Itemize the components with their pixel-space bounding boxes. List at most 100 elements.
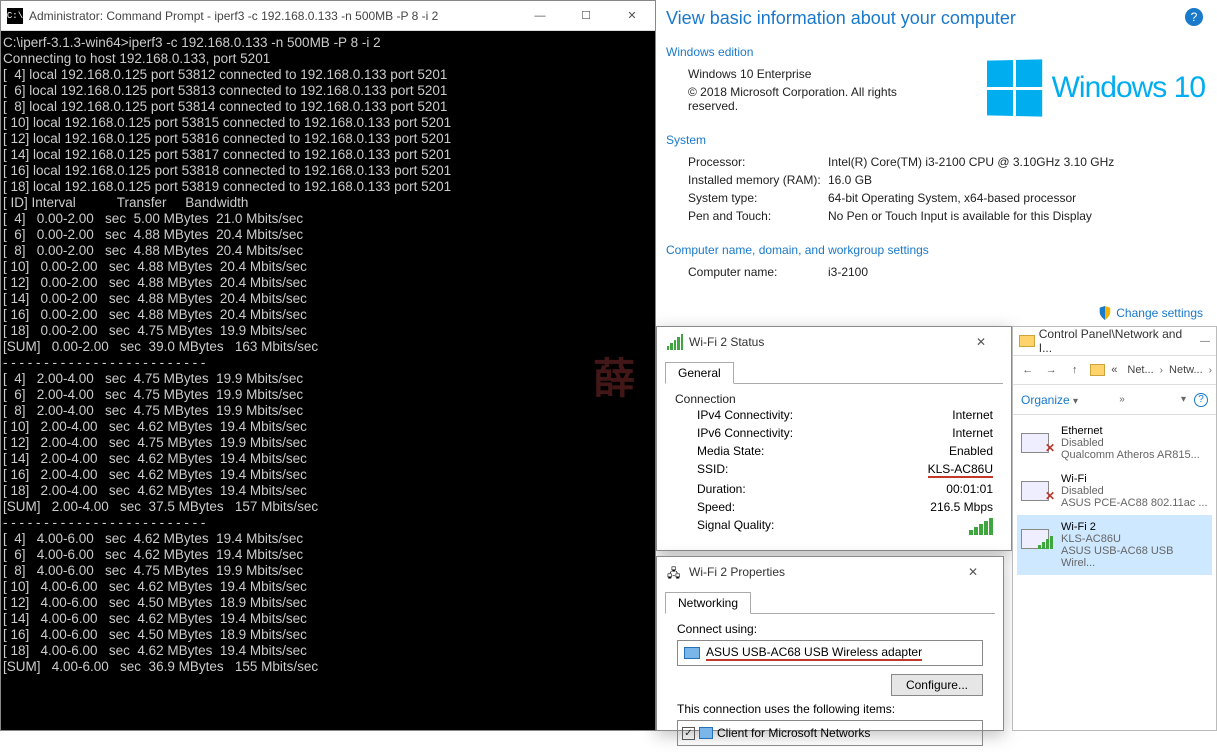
wifi-status-dialog: Wi-Fi 2 Status ✕ General Connection IPv4… <box>656 326 1012 551</box>
minimize-button[interactable]: — <box>517 1 563 31</box>
ipv4-value: Internet <box>952 408 993 422</box>
cname-value: i3-2100 <box>828 265 1207 279</box>
windows-logo-icon <box>987 59 1042 116</box>
items-label: This connection uses the following items… <box>677 702 983 716</box>
cmd-output[interactable]: C:\iperf-3.1.3-win64>iperf3 -c 192.168.0… <box>1 31 655 730</box>
ssid-label: SSID: <box>697 462 928 478</box>
network-icon: 🖧 <box>667 564 683 580</box>
processor-value: Intel(R) Core(TM) i3-2100 CPU @ 3.10GHz … <box>828 155 1207 169</box>
explorer-title: Control Panel\Network and I... <box>1039 327 1196 355</box>
organize-menu[interactable]: Organize ▾ <box>1021 393 1078 407</box>
breadcrumb-network[interactable]: Netw... <box>1165 362 1207 378</box>
net-status: KLS-AC86U <box>1061 533 1208 545</box>
network-wifi-icon <box>1021 521 1053 549</box>
wifi-status-title: Wi-Fi 2 Status <box>689 335 961 349</box>
signal-quality-label: Signal Quality: <box>697 518 969 535</box>
view-icons-button[interactable] <box>1166 396 1173 403</box>
net-status: Disabled <box>1061 485 1208 497</box>
ram-label: Installed memory (RAM): <box>688 173 828 187</box>
tab-networking[interactable]: Networking <box>665 592 751 614</box>
ipv6-value: Internet <box>952 426 993 440</box>
ipv4-label: IPv4 Connectivity: <box>697 408 952 422</box>
change-settings-label: Change settings <box>1116 306 1203 320</box>
pen-value: No Pen or Touch Input is available for t… <box>828 209 1207 223</box>
maximize-button[interactable]: ☐ <box>563 1 609 31</box>
adapter-icon <box>684 647 700 659</box>
wifi-props-title: Wi-Fi 2 Properties <box>689 565 953 579</box>
close-button[interactable]: ✕ <box>961 335 1001 349</box>
cmd-icon: C:\ <box>7 8 23 24</box>
client-icon <box>699 727 713 739</box>
net-name: Wi-Fi 2 <box>1061 521 1208 533</box>
command-prompt-window: C:\ Administrator: Command Prompt - iper… <box>0 0 656 731</box>
tab-general[interactable]: General <box>665 362 734 384</box>
network-item[interactable]: ✕ EthernetDisabledQualcomm Atheros AR815.… <box>1017 419 1212 467</box>
ipv6-label: IPv6 Connectivity: <box>697 426 952 440</box>
wifi-properties-dialog: 🖧 Wi-Fi 2 Properties ✕ Networking Connec… <box>656 556 1004 731</box>
chevron-right-icon: › <box>1209 365 1212 376</box>
connection-section-label: Connection <box>675 392 993 406</box>
wifi-props-titlebar[interactable]: 🖧 Wi-Fi 2 Properties ✕ <box>657 557 1003 587</box>
connect-using-label: Connect using: <box>677 622 983 636</box>
forward-button[interactable]: → <box>1041 359 1063 381</box>
copyright: © 2018 Microsoft Corporation. All rights… <box>688 85 908 113</box>
cmd-titlebar[interactable]: C:\ Administrator: Command Prompt - iper… <box>1 1 655 31</box>
net-device: ASUS USB-AC68 USB Wirel... <box>1061 545 1208 569</box>
signal-quality-icon <box>969 518 993 535</box>
cname-header: Computer name, domain, and workgroup set… <box>666 239 1207 263</box>
chevron-right-icon: › <box>1160 365 1163 376</box>
configure-button[interactable]: Configure... <box>891 674 983 696</box>
help-icon[interactable]: ? <box>1194 393 1208 407</box>
item-client-ms-networks: Client for Microsoft Networks <box>717 726 870 740</box>
windows-logo-text: Windows 10 <box>1052 71 1205 105</box>
network-disabled-icon: ✕ <box>1021 425 1053 453</box>
duration-label: Duration: <box>697 482 946 496</box>
minimize-button[interactable]: — <box>1200 336 1210 347</box>
system-header: System <box>666 129 1207 153</box>
network-item[interactable]: ✕ Wi-FiDisabledASUS PCE-AC88 802.11ac ... <box>1017 467 1212 515</box>
change-settings-link[interactable]: Change settings <box>1098 306 1203 320</box>
net-device: Qualcomm Atheros AR815... <box>1061 449 1200 461</box>
breadcrumb-net[interactable]: Net... <box>1123 362 1157 378</box>
media-label: Media State: <box>697 444 949 458</box>
checkbox-icon[interactable]: ✓ <box>682 727 695 740</box>
folder-icon <box>1019 335 1035 347</box>
pen-label: Pen and Touch: <box>688 209 828 223</box>
shield-icon <box>1098 306 1112 320</box>
systype-label: System type: <box>688 191 828 205</box>
close-button[interactable]: ✕ <box>953 565 993 579</box>
wifi-status-titlebar[interactable]: Wi-Fi 2 Status ✕ <box>657 327 1011 357</box>
breadcrumb-segment[interactable]: « <box>1107 362 1121 378</box>
ram-value: 16.0 GB <box>828 173 1207 187</box>
net-status: Disabled <box>1061 437 1200 449</box>
wifi-signal-icon <box>667 334 683 350</box>
system-info-panel: ? View basic information about your comp… <box>656 0 1217 330</box>
speed-label: Speed: <box>697 500 930 514</box>
net-name: Wi-Fi <box>1061 473 1208 485</box>
network-item[interactable]: Wi-Fi 2KLS-AC86UASUS USB-AC68 USB Wirel.… <box>1017 515 1212 575</box>
cmd-title: Administrator: Command Prompt - iperf3 -… <box>29 9 517 23</box>
systype-value: 64-bit Operating System, x64-based proce… <box>828 191 1207 205</box>
network-items-list: ✕EthernetDisabledQualcomm Atheros AR815.… <box>1013 415 1216 579</box>
help-icon[interactable]: ? <box>1185 8 1203 26</box>
adapter-name: ASUS USB-AC68 USB Wireless adapter <box>706 645 922 661</box>
sysinfo-heading: View basic information about your comput… <box>666 0 1207 41</box>
net-device: ASUS PCE-AC88 802.11ac ... <box>1061 497 1208 509</box>
windows-logo: Windows 10 <box>986 60 1205 116</box>
up-button[interactable]: ↑ <box>1064 359 1086 381</box>
explorer-address-bar[interactable]: ← → ↑ « Net... › Netw... › <box>1013 355 1216 385</box>
duration-value: 00:01:01 <box>946 482 993 496</box>
media-value: Enabled <box>949 444 993 458</box>
overflow-button[interactable]: » <box>1119 394 1125 405</box>
back-button[interactable]: ← <box>1017 359 1039 381</box>
close-button[interactable]: ✕ <box>609 1 655 31</box>
items-listbox[interactable]: ✓ Client for Microsoft Networks <box>677 720 983 746</box>
ssid-value: KLS-AC86U <box>928 462 993 478</box>
explorer-titlebar[interactable]: Control Panel\Network and I... — <box>1013 327 1216 355</box>
network-disabled-icon: ✕ <box>1021 473 1053 501</box>
speed-value: 216.5 Mbps <box>930 500 993 514</box>
cname-label: Computer name: <box>688 265 828 279</box>
net-name: Ethernet <box>1061 425 1200 437</box>
processor-label: Processor: <box>688 155 828 169</box>
adapter-field[interactable]: ASUS USB-AC68 USB Wireless adapter <box>677 640 983 666</box>
